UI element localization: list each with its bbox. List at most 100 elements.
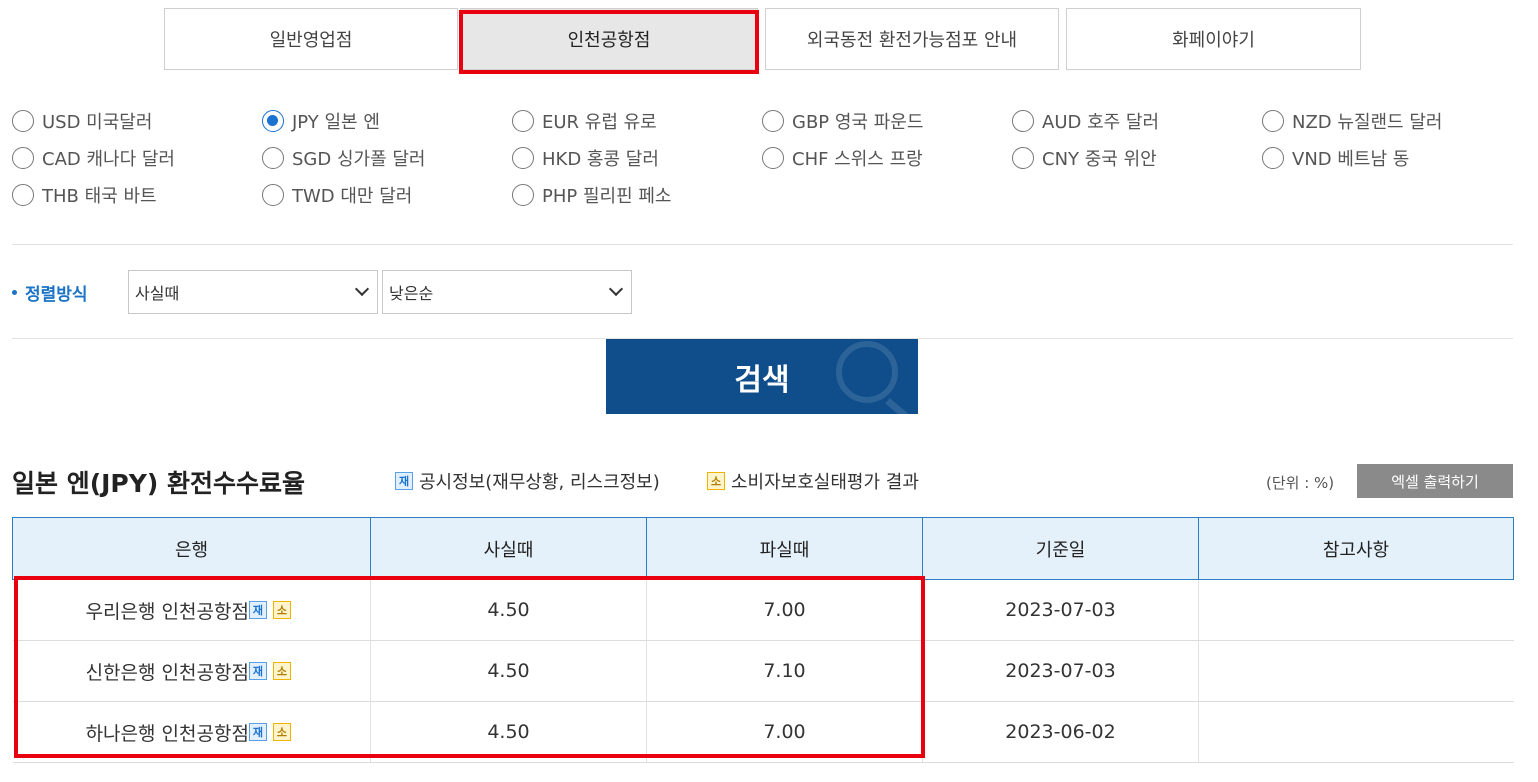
consumer-badge-icon: 소 xyxy=(707,472,725,490)
currency-label: CAD 캐나다 달러 xyxy=(42,149,175,170)
currency-label: VND 베트남 동 xyxy=(1292,149,1410,170)
radio-icon[interactable] xyxy=(1262,147,1284,169)
sort-order-value: 낮은순 xyxy=(389,284,434,303)
currency-label: GBP 영국 파운드 xyxy=(792,112,924,133)
bullet-icon xyxy=(12,290,17,295)
disclosure-label: 공시정보(재무상황, 리스크정보) xyxy=(419,472,660,493)
search-button[interactable]: 검색 xyxy=(606,339,918,414)
currency-label: EUR 유럽 유로 xyxy=(542,112,657,133)
radio-icon[interactable] xyxy=(1262,110,1284,132)
table-row: 우리은행 인천공항점 재 소 4.50 7.00 2023-07-03 xyxy=(12,579,1514,641)
currency-option-cny[interactable]: CNY 중국 위안 xyxy=(1012,145,1157,171)
radio-icon[interactable] xyxy=(762,147,784,169)
radio-icon[interactable] xyxy=(12,110,34,132)
radio-icon[interactable] xyxy=(762,110,784,132)
currency-label: JPY 일본 엔 xyxy=(292,112,380,133)
bank-name: 하나은행 인천공항점 xyxy=(85,722,249,745)
currency-label: CNY 중국 위안 xyxy=(1042,149,1157,170)
currency-option-hkd[interactable]: HKD 홍콩 달러 xyxy=(512,145,659,171)
buy-rate: 4.50 xyxy=(370,640,647,702)
search-icon xyxy=(836,341,898,403)
radio-icon[interactable] xyxy=(12,147,34,169)
radio-icon[interactable] xyxy=(262,184,284,206)
radio-icon[interactable] xyxy=(512,147,534,169)
radio-icon[interactable] xyxy=(1012,110,1034,132)
note xyxy=(1198,579,1514,641)
header-bank: 은행 xyxy=(12,517,371,580)
radio-icon[interactable] xyxy=(512,184,534,206)
chevron-down-icon xyxy=(608,281,624,297)
table-row: 신한은행 인천공항점 재 소 4.50 7.10 2023-07-03 xyxy=(12,640,1514,702)
disclosure-badge-icon[interactable]: 재 xyxy=(248,723,267,741)
radio-checked-icon[interactable] xyxy=(262,110,284,132)
radio-icon[interactable] xyxy=(512,110,534,132)
currency-option-usd[interactable]: USD 미국달러 xyxy=(12,108,152,134)
divider xyxy=(12,244,1513,245)
currency-option-chf[interactable]: CHF 스위스 프랑 xyxy=(762,145,923,171)
tab-currency-story[interactable]: 화페이야기 xyxy=(1066,8,1361,70)
currency-option-aud[interactable]: AUD 호주 달러 xyxy=(1012,108,1159,134)
currency-label: PHP 필리핀 페소 xyxy=(542,186,672,207)
currency-label: CHF 스위스 프랑 xyxy=(792,149,923,170)
currency-label: THB 태국 바트 xyxy=(42,186,157,207)
consumer-label: 소비자보호실태평가 결과 xyxy=(731,472,919,493)
currency-label: NZD 뉴질랜드 달러 xyxy=(1292,112,1443,133)
buy-rate: 4.50 xyxy=(370,701,647,763)
consumer-badge-icon[interactable]: 소 xyxy=(272,662,291,680)
header-buy: 사실때 xyxy=(370,517,647,580)
radio-icon[interactable] xyxy=(12,184,34,206)
search-icon-handle xyxy=(885,398,913,414)
buy-rate: 4.50 xyxy=(370,579,647,641)
sell-rate: 7.00 xyxy=(646,579,923,641)
disclosure-badge-icon[interactable]: 재 xyxy=(248,662,267,680)
sort-field-value: 사실때 xyxy=(135,284,180,303)
sell-rate: 7.10 xyxy=(646,640,923,702)
bank-name: 신한은행 인천공항점 xyxy=(85,661,249,684)
search-button-label: 검색 xyxy=(734,362,790,398)
header-note: 참고사항 xyxy=(1198,517,1514,580)
bank-name: 우리은행 인천공항점 xyxy=(85,600,249,623)
currency-option-php[interactable]: PHP 필리핀 페소 xyxy=(512,182,672,208)
tab-foreign-coin-exchange[interactable]: 외국동전 환전가능점포 안내 xyxy=(765,8,1059,70)
currency-option-nzd[interactable]: NZD 뉴질랜드 달러 xyxy=(1262,108,1442,134)
currency-label: AUD 호주 달러 xyxy=(1042,112,1160,133)
currency-option-eur[interactable]: EUR 유럽 유로 xyxy=(512,108,657,134)
currency-label: USD 미국달러 xyxy=(42,112,153,133)
note xyxy=(1198,640,1514,702)
consumer-badge-icon[interactable]: 소 xyxy=(272,723,291,741)
consumer-badge-icon[interactable]: 소 xyxy=(272,601,291,619)
fee-rate-table: 은행 사실때 파실때 기준일 참고사항 우리은행 인천공항점 재 소 4.50 7.… xyxy=(12,517,1514,763)
disclosure-badge-icon: 재 xyxy=(395,472,413,490)
tab-incheon-airport[interactable]: 인천공항점 xyxy=(460,8,758,70)
base-date: 2023-06-02 xyxy=(922,701,1199,763)
disclosure-badge-icon[interactable]: 재 xyxy=(248,601,267,619)
radio-icon[interactable] xyxy=(262,147,284,169)
tab-general-branch[interactable]: 일반영업점 xyxy=(164,8,458,70)
unit-label: (단위 : %) xyxy=(1266,474,1335,492)
currency-option-jpy[interactable]: JPY 일본 엔 xyxy=(262,108,380,134)
currency-option-vnd[interactable]: VND 베트남 동 xyxy=(1262,145,1409,171)
base-date: 2023-07-03 xyxy=(922,579,1199,641)
currency-label: HKD 홍콩 달러 xyxy=(542,149,659,170)
disclosure-legend[interactable]: 재 공시정보(재무상황, 리스크정보) xyxy=(395,468,660,494)
header-sell: 파실때 xyxy=(646,517,923,580)
currency-option-twd[interactable]: TWD 대만 달러 xyxy=(262,182,412,208)
consumer-legend[interactable]: 소 소비자보호실태평가 결과 xyxy=(707,468,919,494)
sort-order-select[interactable]: 낮은순 xyxy=(382,270,632,314)
sort-field-select[interactable]: 사실때 xyxy=(128,270,378,314)
currency-label: TWD 대만 달러 xyxy=(292,186,413,207)
branch-tabs: 일반영업점 인천공항점 외국동전 환전가능점포 안내 화페이야기 xyxy=(164,8,1361,70)
header-date: 기준일 xyxy=(922,517,1199,580)
radio-icon[interactable] xyxy=(1012,147,1034,169)
currency-option-sgd[interactable]: SGD 싱가폴 달러 xyxy=(262,145,425,171)
currency-option-thb[interactable]: THB 태국 바트 xyxy=(12,182,157,208)
bank-cell: 하나은행 인천공항점 재 소 xyxy=(12,701,371,763)
table-header-row: 은행 사실때 파실때 기준일 참고사항 xyxy=(12,517,1514,580)
currency-option-gbp[interactable]: GBP 영국 파운드 xyxy=(762,108,923,134)
table-row: 하나은행 인천공항점 재 소 4.50 7.00 2023-06-02 xyxy=(12,701,1514,763)
sort-label-text: 정렬방식 xyxy=(25,285,88,305)
currency-option-cad[interactable]: CAD 캐나다 달러 xyxy=(12,145,175,171)
excel-export-button[interactable]: 엑셀 출력하기 xyxy=(1357,464,1513,498)
sell-rate: 7.00 xyxy=(646,701,923,763)
sort-label: 정렬방식 xyxy=(12,280,88,305)
